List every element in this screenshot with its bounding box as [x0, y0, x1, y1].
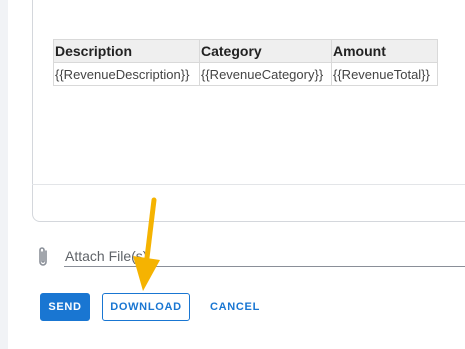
header-category: Category [199, 39, 332, 63]
cell-revenue-category: {{RevenueCategory}} [199, 62, 332, 86]
header-amount: Amount [331, 39, 438, 63]
header-description: Description [53, 39, 200, 63]
editor-divider [32, 184, 465, 185]
cancel-button[interactable]: CANCEL [202, 293, 268, 321]
download-button[interactable]: DOWNLOAD [102, 293, 190, 321]
paperclip-icon[interactable] [35, 245, 51, 269]
send-button[interactable]: SEND [40, 293, 90, 321]
message-editor[interactable] [32, 0, 465, 222]
table-row: {{RevenueDescription}} {{RevenueCategory… [53, 62, 438, 86]
table-header-row: Description Category Amount [53, 39, 438, 63]
cell-revenue-total: {{RevenueTotal}} [331, 62, 438, 86]
left-rail [0, 0, 8, 349]
cell-revenue-description: {{RevenueDescription}} [53, 62, 200, 86]
revenue-template-table: Description Category Amount {{RevenueDes… [53, 39, 438, 86]
attach-files-placeholder: Attach File(s) [65, 248, 148, 264]
